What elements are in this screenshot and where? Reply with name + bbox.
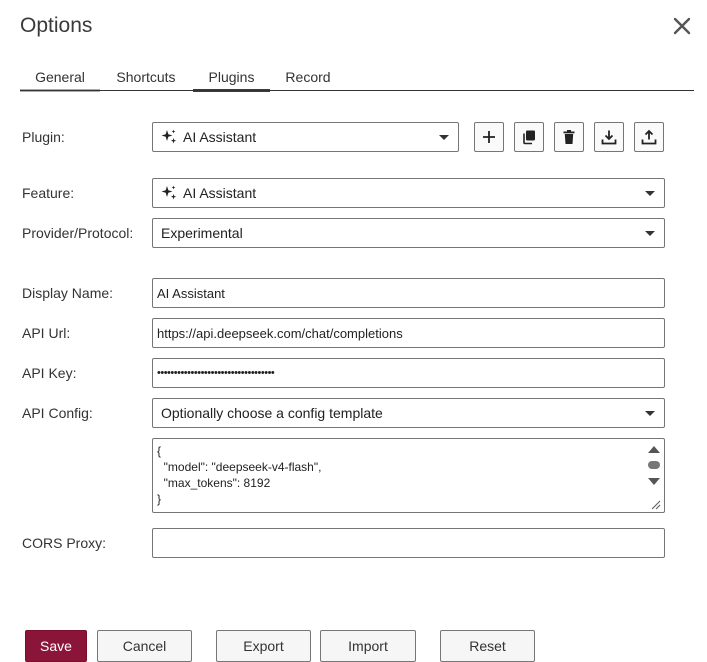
upload-icon (641, 129, 657, 145)
scroll-down-icon (648, 478, 660, 485)
chevron-down-icon (439, 135, 449, 140)
upload-plugin-button[interactable] (634, 122, 664, 152)
reset-button[interactable]: Reset (440, 630, 535, 662)
cancel-button[interactable]: Cancel (97, 630, 192, 662)
display-name-label: Display Name: (22, 285, 114, 301)
tabs-divider (20, 90, 694, 91)
plus-icon (483, 131, 495, 143)
tab-shortcuts-label: Shortcuts (116, 69, 176, 85)
scroll-thumb (648, 461, 660, 469)
feature-select[interactable]: AI Assistant (152, 178, 665, 208)
feature-label: Feature: (22, 185, 75, 201)
close-button[interactable] (670, 14, 694, 38)
cors-proxy-input[interactable] (152, 528, 665, 558)
tab-general[interactable]: General (20, 68, 100, 92)
feature-select-value: AI Assistant (183, 185, 257, 201)
display-name-input[interactable] (152, 278, 665, 308)
add-plugin-button[interactable] (474, 122, 504, 152)
cors-proxy-label: CORS Proxy: (22, 535, 107, 551)
download-icon (601, 130, 617, 145)
resize-handle-icon[interactable] (648, 497, 662, 511)
textarea-scrollbar[interactable] (645, 441, 663, 491)
save-button[interactable]: Save (25, 630, 87, 662)
api-config-label: API Config: (22, 405, 93, 421)
api-url-input[interactable] (152, 318, 665, 348)
api-key-input[interactable]: ••••••••••••••••••••••••••••••••••• (152, 358, 665, 388)
import-button[interactable]: Import (320, 630, 416, 662)
plugin-label: Plugin: (22, 129, 65, 145)
tab-record-label: Record (285, 69, 331, 85)
duplicate-plugin-button[interactable] (514, 122, 544, 152)
tab-shortcuts[interactable]: Shortcuts (108, 68, 184, 90)
api-key-label: API Key: (22, 365, 77, 381)
tab-plugins[interactable]: Plugins (193, 68, 270, 92)
scroll-up-icon (648, 446, 660, 453)
provider-select-value: Experimental (161, 225, 243, 241)
chevron-down-icon (645, 411, 655, 416)
api-config-select-value: Optionally choose a config template (161, 405, 383, 421)
dialog-title: Options (20, 14, 93, 37)
close-icon (673, 17, 691, 35)
provider-select[interactable]: Experimental (152, 218, 665, 248)
tab-general-label: General (35, 69, 85, 85)
tab-plugins-label: Plugins (208, 69, 255, 85)
copy-icon (523, 130, 535, 145)
trash-icon (563, 130, 575, 144)
tab-record[interactable]: Record (278, 68, 338, 90)
plugin-select-value: AI Assistant (183, 129, 257, 145)
export-button[interactable]: Export (216, 630, 311, 662)
sparkle-icon (161, 185, 177, 201)
delete-plugin-button[interactable] (554, 122, 584, 152)
api-config-json-textarea[interactable]: { "model": "deepseek-v4-flash", "max_tok… (152, 438, 665, 513)
chevron-down-icon (645, 231, 655, 236)
api-config-select[interactable]: Optionally choose a config template (152, 398, 665, 428)
api-url-label: API Url: (22, 325, 71, 341)
chevron-down-icon (645, 191, 655, 196)
download-plugin-button[interactable] (594, 122, 624, 152)
sparkle-icon (161, 129, 177, 145)
plugin-select[interactable]: AI Assistant (152, 122, 459, 152)
provider-label: Provider/Protocol: (22, 225, 134, 241)
